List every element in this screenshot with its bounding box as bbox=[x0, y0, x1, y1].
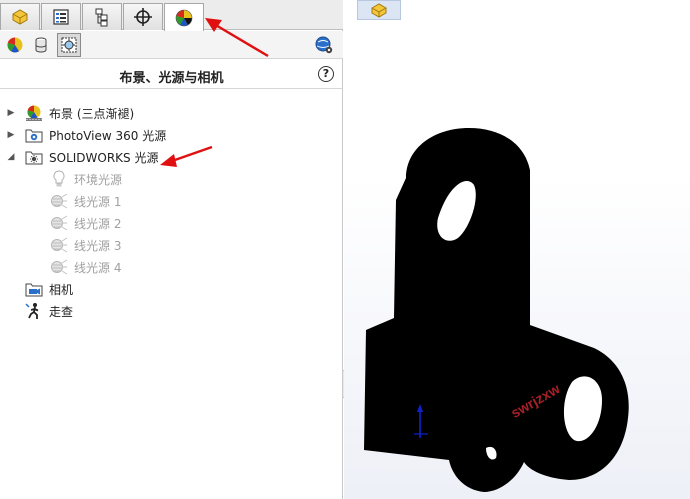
tab-dimxpertmanager[interactable] bbox=[123, 3, 163, 30]
crosshair-icon bbox=[134, 8, 152, 26]
directional-light-icon bbox=[50, 236, 68, 254]
tree-item-label: 相机 bbox=[49, 282, 74, 297]
camera-icon bbox=[25, 280, 43, 298]
tab-featuremanager[interactable] bbox=[0, 3, 40, 30]
tree-item-directional-light-1[interactable]: 线光源 1 bbox=[0, 190, 330, 212]
scene-lights-cameras-icon bbox=[61, 37, 77, 53]
view-appearances-button[interactable] bbox=[3, 33, 27, 57]
tree-item-label: SOLIDWORKS 光源 bbox=[49, 150, 159, 165]
configuration-icon bbox=[95, 8, 108, 27]
tree-item-label: 走查 bbox=[49, 304, 74, 319]
bulb-icon bbox=[50, 170, 68, 188]
decal-icon bbox=[35, 37, 47, 53]
panel-header: 布景、光源与相机 ? bbox=[0, 60, 343, 89]
display-settings-icon bbox=[315, 36, 333, 54]
tree-item-label: PhotoView 360 光源 bbox=[49, 128, 167, 143]
tree-item-label: 线光源 2 bbox=[74, 216, 122, 231]
tree-item-directional-light-3[interactable]: 线光源 3 bbox=[0, 234, 330, 256]
part-tree-icon bbox=[12, 9, 28, 25]
graphics-viewport[interactable]: swrjzxw bbox=[344, 0, 690, 499]
tree-item-scene[interactable]: ▶ 布景 (三点渐褪) bbox=[0, 102, 330, 124]
tree-item-label: 线光源 3 bbox=[74, 238, 122, 253]
tree-item-label: 布景 (三点渐褪) bbox=[49, 106, 135, 121]
appearance-ball-icon bbox=[175, 9, 193, 26]
tree-item-label: 线光源 1 bbox=[74, 194, 122, 209]
view-decals-button[interactable] bbox=[29, 33, 53, 57]
tab-displaymanager[interactable] bbox=[164, 3, 204, 31]
scene-ball-icon bbox=[25, 104, 43, 122]
expand-arrow-icon[interactable]: ▶ bbox=[7, 130, 15, 140]
panel-title: 布景、光源与相机 bbox=[119, 71, 224, 86]
tab-propertymanager[interactable] bbox=[41, 3, 81, 30]
appearance-icon bbox=[7, 37, 23, 53]
expand-arrow-icon[interactable]: ▶ bbox=[7, 108, 15, 118]
walkthrough-icon bbox=[25, 302, 43, 320]
displaymanager-subtoolbar bbox=[0, 31, 343, 59]
tree-item-directional-light-2[interactable]: 线光源 2 bbox=[0, 212, 330, 234]
directional-light-icon bbox=[50, 192, 68, 210]
part-model bbox=[364, 128, 629, 492]
tree-item-directional-light-4[interactable]: 线光源 4 bbox=[0, 256, 330, 278]
tree-item-label: 线光源 4 bbox=[74, 260, 122, 275]
collapse-arrow-icon[interactable]: ◢ bbox=[7, 152, 15, 162]
annotation-arrow-icon bbox=[160, 145, 213, 167]
tree-item-camera[interactable]: 相机 bbox=[0, 278, 330, 300]
tree-item-label: 环境光源 bbox=[74, 172, 123, 187]
directional-light-icon bbox=[50, 214, 68, 232]
photoview-folder-icon bbox=[25, 126, 43, 144]
directional-light-icon bbox=[50, 258, 68, 276]
display-settings-button[interactable] bbox=[312, 33, 336, 57]
displaymanager-panel: 布景、光源与相机 ? ▶ 布景 (三点渐褪) ▶ PhotoView 360 光… bbox=[0, 0, 343, 499]
manager-tab-strip bbox=[0, 0, 343, 31]
property-list-icon bbox=[53, 9, 69, 25]
annotation-arrow-icon bbox=[205, 18, 269, 58]
solidworks-lights-folder-icon bbox=[25, 148, 43, 166]
help-button[interactable]: ? bbox=[318, 66, 334, 82]
tab-configurationmanager[interactable] bbox=[82, 3, 122, 30]
view-scene-lights-cameras-button[interactable] bbox=[57, 33, 81, 57]
tree-item-walkthrough[interactable]: 走查 bbox=[0, 300, 330, 322]
